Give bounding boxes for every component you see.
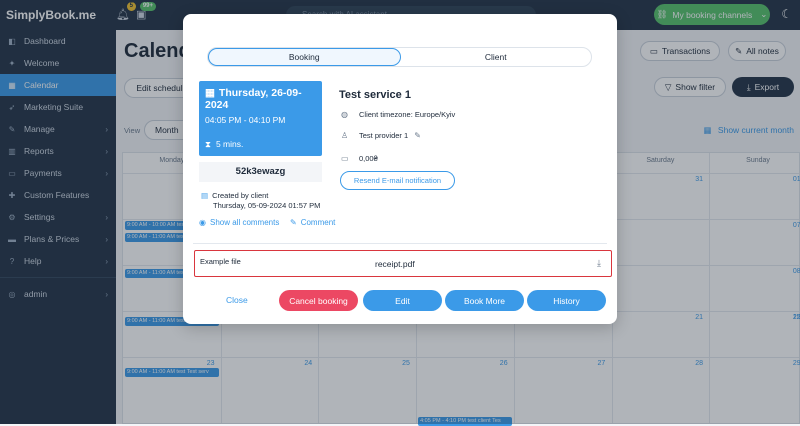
- show-all-comments-link[interactable]: ◉ Show all comments: [199, 218, 279, 227]
- resend-email-button[interactable]: Resend E-mail notification: [340, 171, 455, 190]
- globe-icon: ◍: [341, 110, 348, 119]
- price-text: 0,00₴: [359, 154, 378, 163]
- modal-divider: [193, 243, 607, 244]
- eye-icon: ◉: [199, 218, 206, 227]
- price-row: ▭ 0,00₴: [341, 154, 378, 163]
- book-more-label: Book More: [463, 295, 506, 306]
- pencil-icon: ✎: [290, 218, 297, 227]
- person-icon: ♙: [341, 131, 349, 140]
- resend-email-label: Resend E-mail notification: [353, 176, 442, 185]
- calendar-icon: ▦: [205, 87, 215, 99]
- edit-icon[interactable]: ✎: [414, 131, 421, 140]
- close-button[interactable]: Close: [226, 295, 248, 305]
- modal-tabs: Booking Client: [207, 47, 592, 67]
- edit-button[interactable]: Edit: [363, 290, 442, 311]
- attachment-row: Example file receipt.pdf ⤓: [194, 250, 612, 277]
- booking-details-modal: Booking Client ▦ Thursday, 26-09-2024 04:…: [183, 14, 617, 324]
- edit-label: Edit: [395, 295, 410, 306]
- comment-link[interactable]: ✎ Comment: [290, 218, 335, 227]
- tab-booking[interactable]: Booking: [208, 48, 401, 66]
- history-label: History: [553, 295, 580, 306]
- book-more-button[interactable]: Book More: [445, 290, 524, 311]
- provider-row: ♙ Test provider 1 ✎: [341, 131, 421, 140]
- tab-client[interactable]: Client: [401, 48, 592, 66]
- created-by: Created by client: [212, 191, 269, 200]
- show-comments-label: Show all comments: [209, 218, 280, 227]
- booking-time-range: 04:05 PM - 04:10 PM: [205, 115, 286, 125]
- provider-text: Test provider 1: [359, 131, 409, 140]
- timezone-row: ◍ Client timezone: Europe/Kyiv: [341, 110, 455, 119]
- booking-date-card: ▦ Thursday, 26-09-2024 04:05 PM - 04:10 P…: [199, 81, 322, 156]
- service-title: Test service 1: [339, 89, 411, 101]
- history-button[interactable]: History: [527, 290, 606, 311]
- download-icon[interactable]: ⤓: [597, 258, 601, 269]
- attachment-file-link[interactable]: receipt.pdf: [375, 259, 415, 269]
- attachment-label: Example file: [200, 257, 241, 266]
- hourglass-icon: ⧗: [205, 139, 211, 149]
- tab-label: Booking: [288, 52, 320, 62]
- booking-code: 52k3ewazg: [199, 162, 322, 182]
- booking-duration: 5 mins.: [215, 139, 244, 149]
- comment-label: Comment: [300, 218, 336, 227]
- timezone-text: Client timezone: Europe/Kyiv: [359, 110, 456, 119]
- document-icon: ▤: [201, 191, 209, 200]
- cancel-booking-button[interactable]: Cancel booking: [279, 290, 358, 311]
- money-icon: ▭: [341, 154, 349, 163]
- booking-date: Thursday, 26-09-2024: [205, 87, 302, 111]
- created-at: Thursday, 05-09-2024 01:57 PM: [213, 201, 321, 210]
- cancel-booking-label: Cancel booking: [289, 295, 348, 306]
- tab-label: Client: [484, 52, 507, 62]
- created-info: ▤ Created by client Thursday, 05-09-2024 …: [201, 191, 320, 211]
